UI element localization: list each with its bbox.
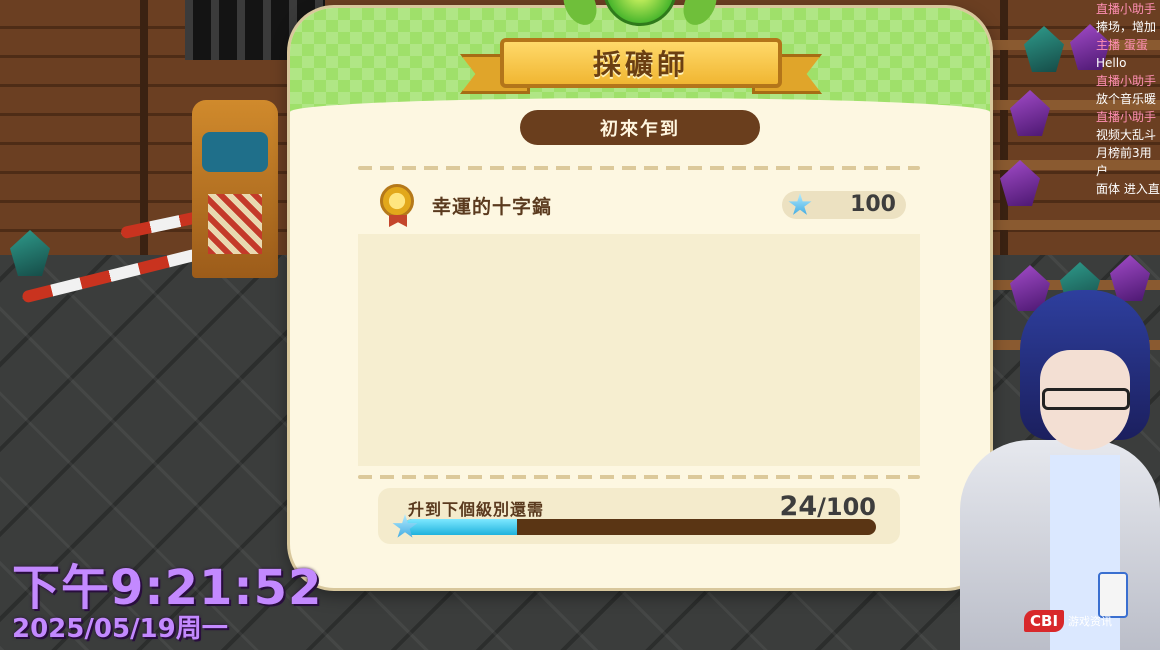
- chat-message: 直播小助手捧场，增加: [1096, 0, 1160, 36]
- medal-icon: [380, 184, 414, 218]
- reward-name: 幸運的十字鎬: [432, 196, 553, 218]
- clock-date: 2025/05/19周一: [12, 614, 228, 644]
- glasses-icon: [1042, 388, 1130, 410]
- level-progress: 升到下個級別還需 24/100: [378, 488, 900, 544]
- progress-total: 100: [825, 493, 876, 521]
- progress-track: [404, 519, 876, 535]
- rank-badge: 初來乍到: [520, 110, 760, 145]
- vtuber-avatar: [950, 290, 1160, 650]
- profession-emblem-icon: [557, 0, 723, 34]
- divider: [358, 166, 920, 170]
- watermark-text: 游戏资讯: [1068, 615, 1113, 628]
- progress-count: 24/100: [780, 491, 876, 522]
- reward-list-area: [358, 234, 920, 466]
- chat-username: 主播 蛋蛋: [1096, 38, 1148, 52]
- chat-text: 面体 进入直: [1096, 182, 1160, 196]
- chat-message: 主播 蛋蛋 Hello: [1096, 36, 1160, 72]
- chat-text: Hello: [1096, 56, 1127, 70]
- chat-text: 捧场，增加: [1096, 20, 1157, 34]
- chat-message: 直播小助手放个音乐暖: [1096, 72, 1160, 108]
- chat-message: 面体 进入直: [1096, 180, 1160, 198]
- chat-text: 月榜前3用户: [1096, 146, 1152, 178]
- progress-label: 升到下個級別還需: [408, 500, 545, 519]
- divider: [358, 475, 920, 479]
- chat-message: 月榜前3用户: [1096, 144, 1160, 180]
- chat-username: 直播小助手: [1096, 2, 1157, 16]
- chat-panel: 直播小助手 捧场，增加 主播 蛋蛋 Hello 直播小助手 放个音乐暖 直播小助手 视频…: [1096, 0, 1160, 250]
- chat-message: 直播小助手视频大乱斗: [1096, 108, 1160, 144]
- title-ribbon: 採礦師: [460, 32, 822, 102]
- chat-text: 视频大乱斗: [1096, 128, 1157, 142]
- reward-points-value: 100: [850, 192, 896, 217]
- reward-points-badge: 100: [782, 191, 906, 219]
- progress-fill: [404, 519, 518, 535]
- totem-statue: [192, 100, 278, 278]
- clock-time: 下午9:21:52: [12, 560, 323, 616]
- chat-text: 放个音乐暖: [1096, 92, 1157, 106]
- profession-title: 採礦師: [500, 38, 782, 88]
- progress-current: 24: [779, 491, 818, 522]
- chat-username: 直播小助手: [1096, 110, 1157, 124]
- reward-row[interactable]: 幸運的十字鎬 100: [358, 180, 920, 230]
- site-watermark: CBI 游戏资讯: [1024, 604, 1150, 638]
- stream-clock: 下午9:21:52 2025/05/19周一: [12, 560, 322, 644]
- star-icon: [788, 193, 812, 215]
- gem-icon: [603, 0, 677, 26]
- progress-separator: /: [817, 493, 826, 521]
- chat-username: 直播小助手: [1096, 74, 1157, 88]
- watermark-logo: CBI: [1024, 610, 1065, 632]
